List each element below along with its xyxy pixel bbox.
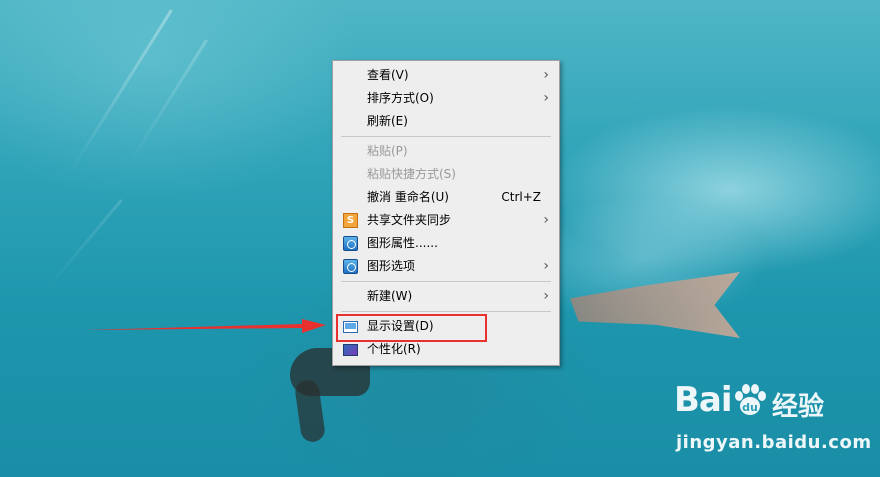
watermark-url: jingyan.baidu.com: [676, 432, 872, 453]
graphics-properties-icon: [343, 236, 358, 251]
watermark-brand: Bai: [674, 380, 733, 420]
menu-item-label: 个性化(R): [367, 342, 421, 356]
watermark-brand-suffix: 经验: [772, 392, 825, 422]
menu-item-refresh[interactable]: 刷新(E): [333, 110, 559, 133]
chevron-right-icon: ›: [543, 258, 549, 274]
menu-item-label: 查看(V): [367, 68, 409, 82]
chevron-right-icon: ›: [543, 90, 549, 106]
light-ray: [43, 199, 123, 293]
menu-separator: [341, 136, 551, 137]
menu-separator: [341, 281, 551, 282]
light-ray: [69, 9, 173, 172]
menu-separator: [341, 311, 551, 312]
menu-item-undo-rename[interactable]: 撤消 重命名(U) Ctrl+Z: [333, 186, 559, 209]
baidu-paw-icon: du: [735, 384, 766, 415]
svg-text:du: du: [742, 401, 758, 414]
menu-item-shortcut: Ctrl+Z: [501, 190, 541, 204]
graphics-options-icon: [343, 259, 358, 274]
baidu-jingyan-watermark: Bai du 经验 jingyan.baidu.com: [674, 380, 874, 460]
menu-item-paste-shortcut: 粘贴快捷方式(S): [333, 163, 559, 186]
mermaid-fin: [570, 272, 740, 338]
menu-item-label: 新建(W): [367, 289, 413, 303]
annotation-highlight-box: [336, 314, 487, 342]
annotation-arrow-icon: [84, 319, 326, 333]
menu-item-shared-folder-sync[interactable]: S 共享文件夹同步 ›: [333, 209, 559, 232]
menu-item-paste: 粘贴(P): [333, 140, 559, 163]
menu-item-graphics-options[interactable]: 图形选项 ›: [333, 255, 559, 278]
menu-item-label: 共享文件夹同步: [367, 213, 452, 227]
menu-item-view[interactable]: 查看(V) ›: [333, 64, 559, 87]
chevron-right-icon: ›: [543, 288, 549, 304]
chevron-right-icon: ›: [543, 67, 549, 83]
sync-folder-icon: S: [343, 213, 358, 228]
menu-item-label: 图形选项: [367, 259, 416, 273]
menu-item-sort-by[interactable]: 排序方式(O) ›: [333, 87, 559, 110]
menu-item-label: 粘贴快捷方式(S): [367, 167, 456, 181]
menu-item-label: 粘贴(P): [367, 144, 408, 158]
personalize-icon: [343, 344, 358, 356]
menu-item-label: 撤消 重命名(U): [367, 190, 449, 204]
menu-item-new[interactable]: 新建(W) ›: [333, 285, 559, 308]
chevron-right-icon: ›: [543, 212, 549, 228]
menu-item-graphics-properties[interactable]: 图形属性......: [333, 232, 559, 255]
menu-item-label: 排序方式(O): [367, 91, 434, 105]
menu-item-label: 刷新(E): [367, 114, 408, 128]
menu-item-label: 图形属性......: [367, 236, 438, 250]
